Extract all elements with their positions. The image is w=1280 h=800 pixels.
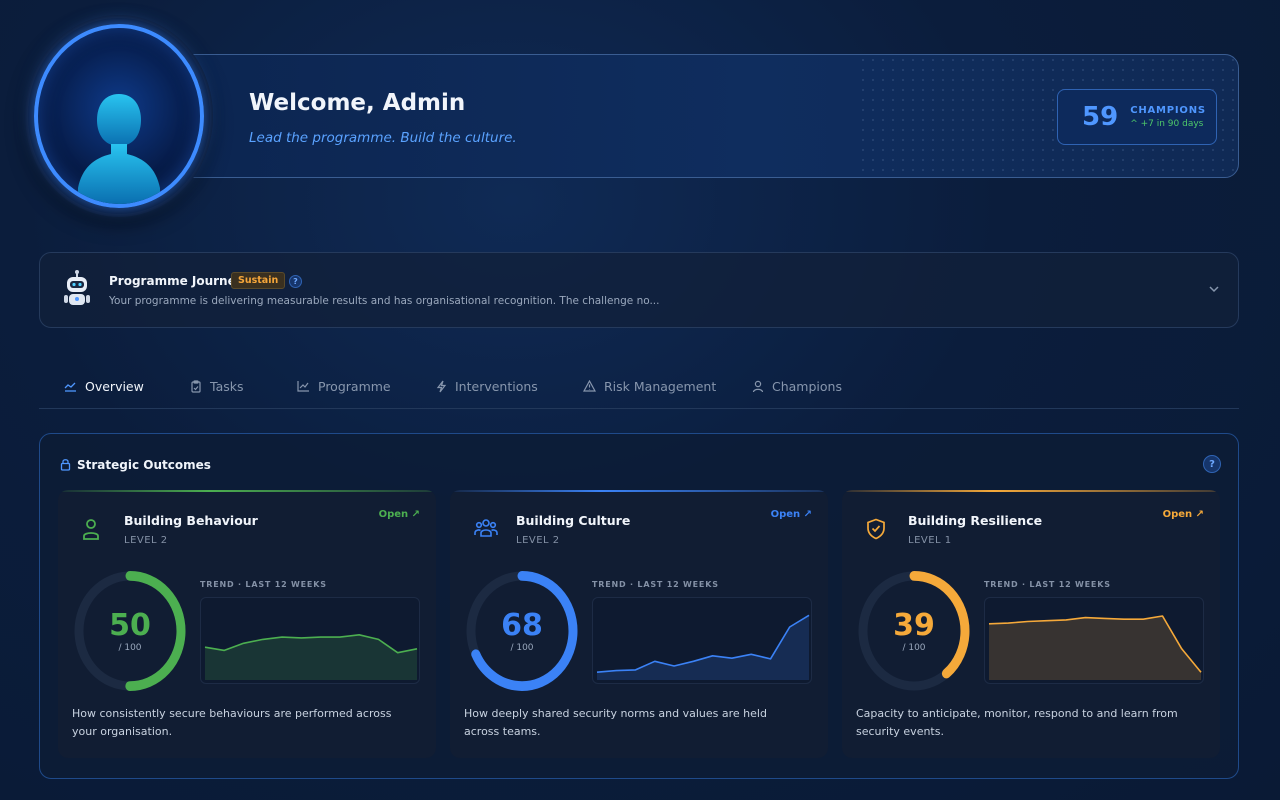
card-title: Building Culture	[516, 513, 631, 528]
group-icon	[474, 519, 498, 537]
score-value: 50	[109, 608, 151, 643]
card-description: Capacity to anticipate, monitor, respond…	[856, 707, 1178, 738]
card-level: LEVEL 2	[516, 535, 560, 546]
open-link[interactable]: Open ↗	[1163, 509, 1204, 520]
tab-overview[interactable]: Overview	[64, 376, 190, 396]
trend-area	[989, 616, 1201, 680]
trend-label: TREND · LAST 12 WEEKS	[200, 580, 327, 589]
page-title: Welcome, Admin	[249, 90, 466, 116]
shield-check-icon	[867, 518, 885, 540]
person-icon	[83, 519, 99, 540]
score-denominator: / 100	[902, 643, 926, 653]
card-description: How deeply shared security norms and val…	[464, 707, 767, 738]
score-value: 68	[501, 608, 543, 643]
tab-risk-management[interactable]: Risk Management	[583, 376, 752, 396]
trend-sparkline	[204, 634, 418, 680]
page-subtitle: Lead the programme. Build the culture.	[249, 130, 517, 146]
help-icon[interactable]: ?	[1203, 455, 1221, 473]
champions-delta-text: +7 in 90 days	[1140, 119, 1204, 129]
avatar-frame	[34, 24, 204, 208]
chart-icon	[297, 381, 309, 392]
score-denominator: / 100	[510, 643, 534, 653]
robot-icon	[64, 270, 90, 305]
outcome-card-behaviour[interactable]: Building Behaviour LEVEL 2 Open ↗ 50 / 1…	[58, 490, 436, 758]
card-accent-bar	[450, 490, 828, 492]
trend-label: TREND · LAST 12 WEEKS	[592, 580, 719, 589]
warning-icon	[583, 380, 596, 392]
champions-count: 59	[1082, 102, 1119, 132]
card-level: LEVEL 1	[908, 535, 952, 546]
tab-label: Risk Management	[604, 378, 717, 394]
tab-label: Programme	[318, 378, 391, 394]
arrow-up-icon: ^	[1130, 119, 1141, 129]
status-badge: Sustain	[231, 272, 286, 289]
card-accent-bar	[842, 490, 1220, 492]
open-link[interactable]: Open ↗	[771, 509, 812, 520]
trend-area	[205, 634, 417, 680]
tab-label: Tasks	[210, 378, 244, 394]
lock-icon	[60, 459, 71, 471]
tab-champions[interactable]: Champions	[752, 376, 862, 396]
trend-label: TREND · LAST 12 WEEKS	[984, 580, 1111, 589]
tab-divider	[39, 408, 1239, 409]
score-denominator: / 100	[118, 643, 142, 653]
clipboard-icon	[191, 379, 201, 393]
user-silhouette-icon	[78, 94, 160, 204]
card-title: Building Resilience	[908, 513, 1043, 528]
chevron-down-icon[interactable]	[1208, 282, 1220, 297]
trend-sparkline	[596, 614, 810, 680]
trend-icon	[64, 382, 76, 392]
outcome-card-resilience[interactable]: Building Resilience LEVEL 1 Open ↗ 39 / …	[842, 490, 1220, 758]
champions-delta: ^ +7 in 90 days	[1130, 119, 1206, 129]
tab-label: Champions	[772, 378, 842, 394]
tab-label: Overview	[85, 378, 144, 394]
trend-sparkline	[988, 615, 1202, 680]
score-value: 39	[893, 608, 935, 643]
tab-bar: Overview Tasks Programme Interventions R…	[64, 376, 862, 396]
champions-stat[interactable]: 59 CHAMPIONS ^ +7 in 90 days	[1057, 89, 1217, 145]
trend-chart	[984, 597, 1204, 684]
tab-interventions[interactable]: Interventions	[436, 376, 583, 396]
open-link[interactable]: Open ↗	[379, 509, 420, 520]
journey-description: Your programme is delivering measurable …	[109, 295, 660, 307]
outcome-card-culture[interactable]: Building Culture LEVEL 2 Open ↗ 68 / 100…	[450, 490, 828, 758]
card-description: How consistently secure behaviours are p…	[72, 707, 392, 738]
trend-chart	[592, 597, 812, 684]
tab-tasks[interactable]: Tasks	[190, 376, 297, 396]
tab-programme[interactable]: Programme	[297, 376, 436, 396]
champions-label: CHAMPIONS	[1130, 105, 1206, 116]
strategic-outcomes-panel: Strategic Outcomes ? Building Behaviour …	[39, 433, 1239, 779]
bolt-icon	[436, 380, 447, 392]
section-title: Strategic Outcomes	[77, 458, 211, 472]
programme-journey-panel[interactable]: Programme Journey Sustain ? Your program…	[39, 252, 1239, 328]
card-accent-bar	[58, 490, 436, 492]
journey-title: Programme Journey	[109, 274, 244, 288]
user-icon	[752, 380, 764, 392]
tab-label: Interventions	[455, 378, 538, 394]
help-icon[interactable]: ?	[289, 275, 302, 288]
card-title: Building Behaviour	[124, 513, 258, 528]
card-level: LEVEL 2	[124, 535, 168, 546]
trend-chart	[200, 597, 420, 684]
avatar	[28, 18, 210, 214]
